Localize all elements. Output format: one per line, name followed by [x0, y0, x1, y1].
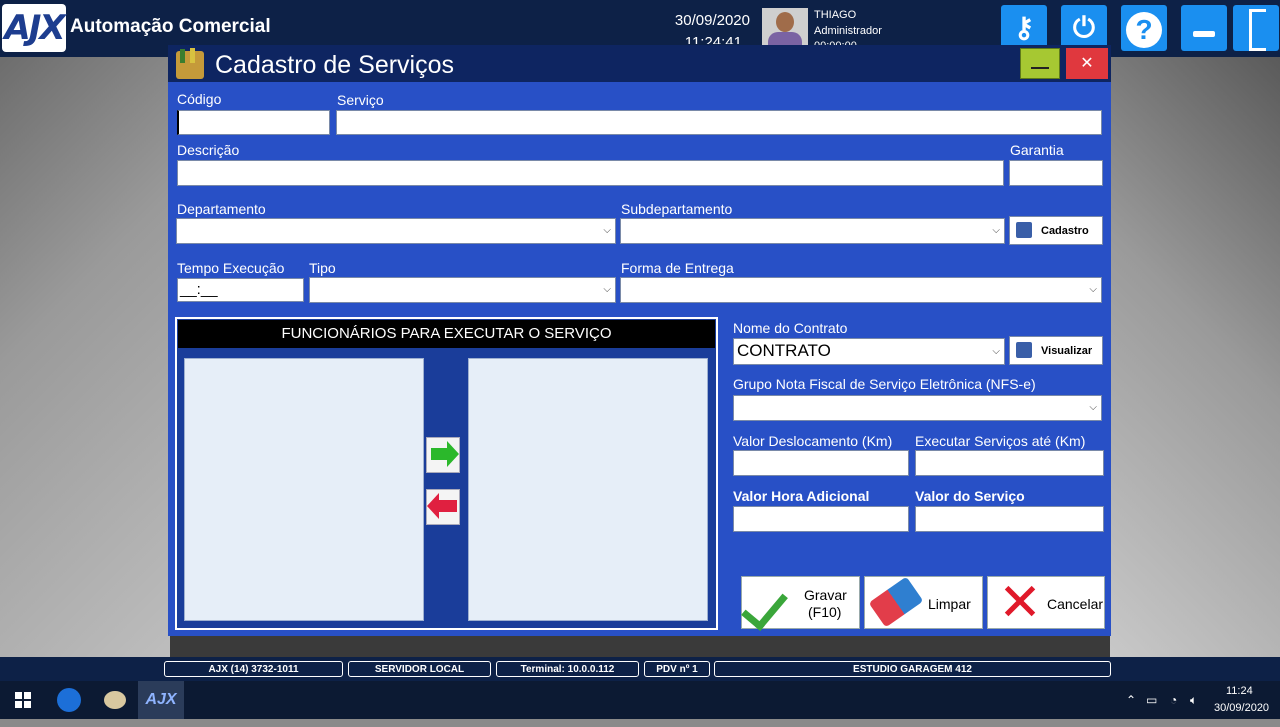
funcionarios-available-list[interactable]: [184, 358, 424, 621]
teamviewer-icon[interactable]: [46, 681, 92, 719]
volume-icon[interactable]: 🔈︎: [1190, 693, 1197, 708]
cancelar-button[interactable]: ✕ Cancelar: [987, 576, 1105, 629]
remove-funcionario-button[interactable]: [426, 489, 460, 525]
chevron-down-icon: ⌵: [992, 345, 1000, 357]
departamento-select[interactable]: ⌵: [176, 218, 616, 244]
toolbox-icon: [176, 48, 204, 79]
subdepartamento-select[interactable]: ⌵: [620, 218, 1005, 244]
grupo-nfse-label: Grupo Nota Fiscal de Serviço Eletrônica …: [733, 376, 1036, 392]
valor-deslocamento-input[interactable]: [733, 450, 909, 476]
help-icon[interactable]: ?: [1121, 5, 1167, 51]
app-logo: AJX: [2, 4, 66, 52]
nome-contrato-label: Nome do Contrato: [733, 320, 848, 336]
status-terminal: Terminal: 10.0.0.112: [496, 661, 639, 677]
book-user-icon: [1016, 222, 1032, 238]
nome-contrato-select[interactable]: CONTRATO ⌵: [733, 338, 1005, 365]
user-name: THIAGO: [814, 9, 857, 21]
forma-entrega-label: Forma de Entrega: [621, 260, 734, 276]
valor-deslocamento-label: Valor Deslocamento (Km): [733, 433, 893, 449]
chevron-down-icon: ⌵: [1089, 283, 1097, 295]
forma-entrega-select[interactable]: ⌵: [620, 277, 1102, 303]
current-date: 30/09/2020: [674, 12, 750, 29]
status-bar: AJX (14) 3732-1011 SERVIDOR LOCAL Termin…: [0, 657, 1280, 681]
current-time: 11:24:41: [684, 34, 742, 44]
windows-taskbar: AJX ⌃ ▭ ◔ 🔈︎ 11:24 30/09/2020: [0, 681, 1280, 719]
visualizar-button[interactable]: Visualizar: [1009, 336, 1103, 365]
battery-icon[interactable]: ▭: [1146, 693, 1157, 707]
valor-servico-label: Valor do Serviço: [915, 488, 1025, 504]
dialog-titlebar: Cadastro de Serviços ✕: [168, 45, 1111, 82]
windows-start-icon[interactable]: [0, 681, 46, 719]
valor-hora-label: Valor Hora Adicional: [733, 488, 870, 504]
windows-logo-icon: [15, 692, 31, 708]
subdepartamento-label: Subdepartamento: [621, 201, 733, 217]
cancel-x-icon: ✕: [998, 573, 1042, 633]
tempo-execucao-input[interactable]: __:__: [177, 278, 304, 302]
valor-hora-input[interactable]: [733, 506, 909, 532]
status-company: ESTUDIO GARAGEM 412: [714, 661, 1111, 677]
user-role: Administrador: [814, 25, 882, 37]
taskbar-clock-time[interactable]: 11:24: [1226, 685, 1253, 697]
tempo-execucao-label: Tempo Execução: [177, 260, 285, 276]
chevron-down-icon: ⌵: [603, 224, 611, 236]
garantia-input[interactable]: [1009, 160, 1103, 186]
garantia-label: Garantia: [1010, 142, 1064, 158]
funcionarios-header: FUNCIONÁRIOS PARA EXECUTAR O SERVIÇO: [178, 320, 715, 348]
codigo-input[interactable]: [177, 110, 330, 135]
avatar-head: [776, 12, 794, 32]
taskbar-clock-date[interactable]: 30/09/2020: [1214, 702, 1269, 714]
cancelar-label: Cancelar: [1047, 596, 1104, 612]
status-phone: AJX (14) 3732-1011: [164, 661, 343, 677]
arrow-right-icon: [431, 441, 459, 467]
add-funcionario-button[interactable]: [426, 437, 460, 473]
departamento-label: Departamento: [177, 201, 266, 217]
funcionarios-selected-list[interactable]: [468, 358, 708, 621]
grupo-nfse-select[interactable]: ⌵: [733, 395, 1102, 421]
funcionarios-panel: FUNCIONÁRIOS PARA EXECUTAR O SERVIÇO: [175, 317, 718, 630]
tipo-label: Tipo: [309, 260, 336, 276]
chevron-down-icon: ⌵: [992, 224, 1000, 236]
wifi-icon[interactable]: ◔: [1170, 693, 1177, 707]
executar-ate-input[interactable]: [915, 450, 1104, 476]
gravar-button[interactable]: Gravar (F10): [741, 576, 860, 632]
exit-door-icon[interactable]: [1233, 5, 1279, 51]
background-panel-left: [0, 57, 170, 657]
dialog-title: Cadastro de Serviços: [215, 51, 455, 79]
background-panel-bottom: [170, 636, 1110, 657]
servico-label: Serviço: [337, 92, 384, 108]
arrow-left-icon: [427, 493, 457, 519]
avatar: [762, 8, 808, 48]
book-user-icon: [1016, 342, 1032, 358]
background-panel-right: [1110, 57, 1280, 657]
gravar-shortcut: (F10): [808, 604, 842, 620]
paint-palette-icon[interactable]: [92, 681, 138, 719]
chevron-up-icon[interactable]: ⌃: [1126, 693, 1136, 707]
limpar-label: Limpar: [928, 596, 971, 612]
status-server: SERVIDOR LOCAL: [348, 661, 491, 677]
tipo-select[interactable]: ⌵: [309, 277, 616, 303]
descricao-input[interactable]: [177, 160, 1004, 186]
codigo-label: Código: [177, 91, 222, 107]
minimize-icon[interactable]: [1181, 5, 1227, 51]
dialog-minimize-button[interactable]: [1020, 48, 1060, 79]
executar-ate-label: Executar Serviços até (Km): [915, 433, 1086, 449]
chevron-down-icon: ⌵: [1089, 401, 1097, 413]
checkmark-icon: [741, 581, 788, 632]
status-pdv: PDV nº 1: [644, 661, 710, 677]
cadastro-button[interactable]: Cadastro: [1009, 216, 1103, 245]
nome-contrato-value: CONTRATO: [737, 341, 831, 360]
ajx-app-icon[interactable]: AJX: [138, 681, 184, 719]
chevron-down-icon: ⌵: [603, 283, 611, 295]
gravar-label: Gravar: [804, 587, 847, 603]
eraser-icon: [868, 576, 924, 628]
descricao-label: Descrição: [177, 142, 240, 158]
visualizar-button-label: Visualizar: [1041, 345, 1093, 357]
dialog-close-button[interactable]: ✕: [1066, 48, 1108, 79]
cadastro-button-label: Cadastro: [1041, 225, 1089, 237]
valor-servico-input[interactable]: [915, 506, 1104, 532]
servico-input[interactable]: [336, 110, 1102, 135]
minimize-icon: [1031, 67, 1049, 69]
app-title: Automação Comercial: [70, 16, 271, 37]
limpar-button[interactable]: Limpar: [864, 576, 983, 629]
